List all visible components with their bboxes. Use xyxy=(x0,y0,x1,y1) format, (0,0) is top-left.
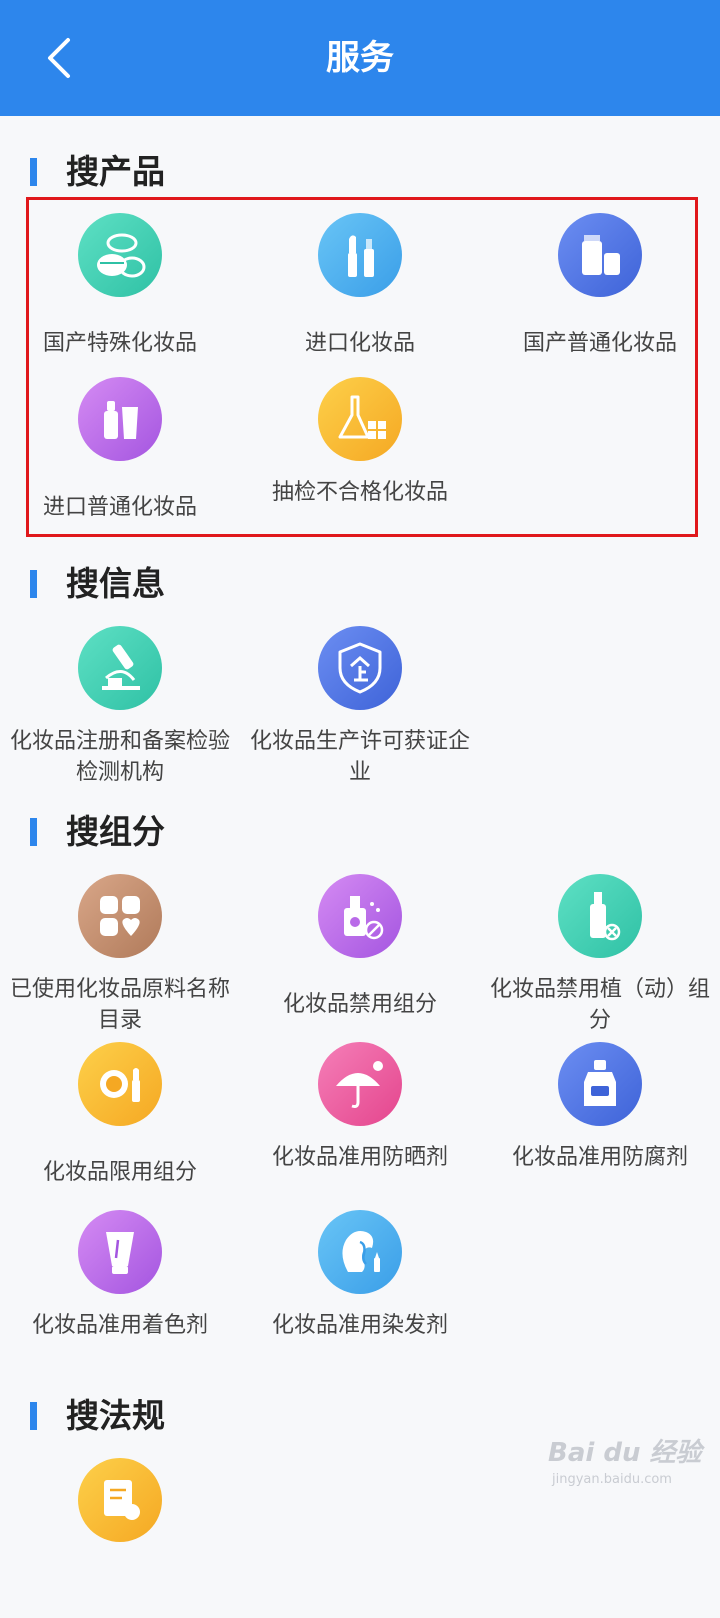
tile-label: 化妆品限用组分 xyxy=(42,1160,197,1185)
microscope-icon xyxy=(78,626,162,710)
tile-banned-ingredients[interactable]: 化妆品禁用组分 xyxy=(240,874,480,1034)
tile-label: 化妆品准用防腐剂 xyxy=(511,1145,688,1170)
tile-label: 化妆品准用着色剂 xyxy=(31,1313,208,1338)
cream-tubes-icon xyxy=(558,213,642,297)
watermark-text: Bai du 经验 xyxy=(548,1438,702,1468)
enterprise-shield-icon xyxy=(318,626,402,710)
color-tube-icon xyxy=(78,1210,162,1294)
top-bar: 服务 xyxy=(0,0,720,116)
hair-dye-icon xyxy=(318,1210,402,1294)
watermark-url: jingyan.baidu.com xyxy=(552,1472,672,1487)
section-title: 搜组分 xyxy=(66,812,165,851)
tile-label: 化妆品准用防晒剂 xyxy=(271,1145,448,1170)
section-marker xyxy=(30,818,37,846)
section-title: 搜信息 xyxy=(66,564,165,603)
tile-label: 化妆品禁用组分 xyxy=(282,992,437,1017)
tile-licensed-enterprises[interactable]: 化妆品生产许可获证企业 xyxy=(240,626,480,786)
tile-label: 进口化妆品 xyxy=(304,331,415,356)
section-marker xyxy=(30,570,37,598)
umbrella-sun-icon xyxy=(318,1042,402,1126)
tile-domestic-special-cosmetics[interactable]: 国产特殊化妆品 xyxy=(0,213,240,373)
tile-imported-general-cosmetics[interactable]: 进口普通化妆品 xyxy=(0,377,240,537)
tile-approved-sunscreens[interactable]: 化妆品准用防晒剂 xyxy=(240,1042,480,1202)
tile-approved-colorants[interactable]: 化妆品准用着色剂 xyxy=(0,1210,240,1370)
flask-icon xyxy=(318,377,402,461)
compact-powder-icon xyxy=(78,213,162,297)
section-marker xyxy=(30,1402,37,1430)
bottle-tube-icon xyxy=(78,377,162,461)
preservative-bottle-icon xyxy=(558,1042,642,1126)
tile-banned-plant-animal-ingredients[interactable]: 化妆品禁用植（动）组分 xyxy=(480,874,720,1034)
watermark-logo: Bai du 经验 jingyan.baidu.com xyxy=(548,1432,708,1502)
tile-testing-institutions[interactable]: 化妆品注册和备案检验检测机构 xyxy=(0,626,240,786)
tile-domestic-general-cosmetics[interactable]: 国产普通化妆品 xyxy=(480,213,720,373)
banned-bottle-icon xyxy=(318,874,402,958)
tile-label: 进口普通化妆品 xyxy=(42,495,197,520)
tile-used-raw-materials[interactable]: 已使用化妆品原料名称目录 xyxy=(0,874,240,1034)
tile-label: 国产特殊化妆品 xyxy=(42,331,197,356)
section-title: 搜产品 xyxy=(66,152,165,191)
tile-label: 化妆品准用染发剂 xyxy=(271,1313,448,1338)
section-marker xyxy=(30,158,37,186)
tile-restricted-ingredients[interactable]: 化妆品限用组分 xyxy=(0,1042,240,1202)
mirror-lipstick-icon xyxy=(78,1042,162,1126)
tile-label: 化妆品注册和备案检验检测机构 xyxy=(10,729,231,785)
tile-label: 国产普通化妆品 xyxy=(522,331,677,356)
tile-label: 抽检不合格化妆品 xyxy=(271,480,448,505)
page-title: 服务 xyxy=(326,38,394,78)
grid-blocks-icon xyxy=(78,874,162,958)
tile-approved-hair-dyes[interactable]: 化妆品准用染发剂 xyxy=(240,1210,480,1370)
lipstick-icon xyxy=(318,213,402,297)
tile-label: 化妆品禁用植（动）组分 xyxy=(490,977,711,1033)
regulation-document-icon xyxy=(78,1458,162,1542)
tile-label: 已使用化妆品原料名称目录 xyxy=(10,977,231,1033)
tile-failed-inspection-cosmetics[interactable]: 抽检不合格化妆品 xyxy=(240,377,480,537)
tile-label: 化妆品生产许可获证企业 xyxy=(250,729,471,785)
tile-approved-preservatives[interactable]: 化妆品准用防腐剂 xyxy=(480,1042,720,1202)
tile-regulations[interactable] xyxy=(0,1458,240,1618)
banned-vial-icon xyxy=(558,874,642,958)
section-title: 搜法规 xyxy=(66,1396,165,1435)
tile-imported-cosmetics[interactable]: 进口化妆品 xyxy=(240,213,480,373)
